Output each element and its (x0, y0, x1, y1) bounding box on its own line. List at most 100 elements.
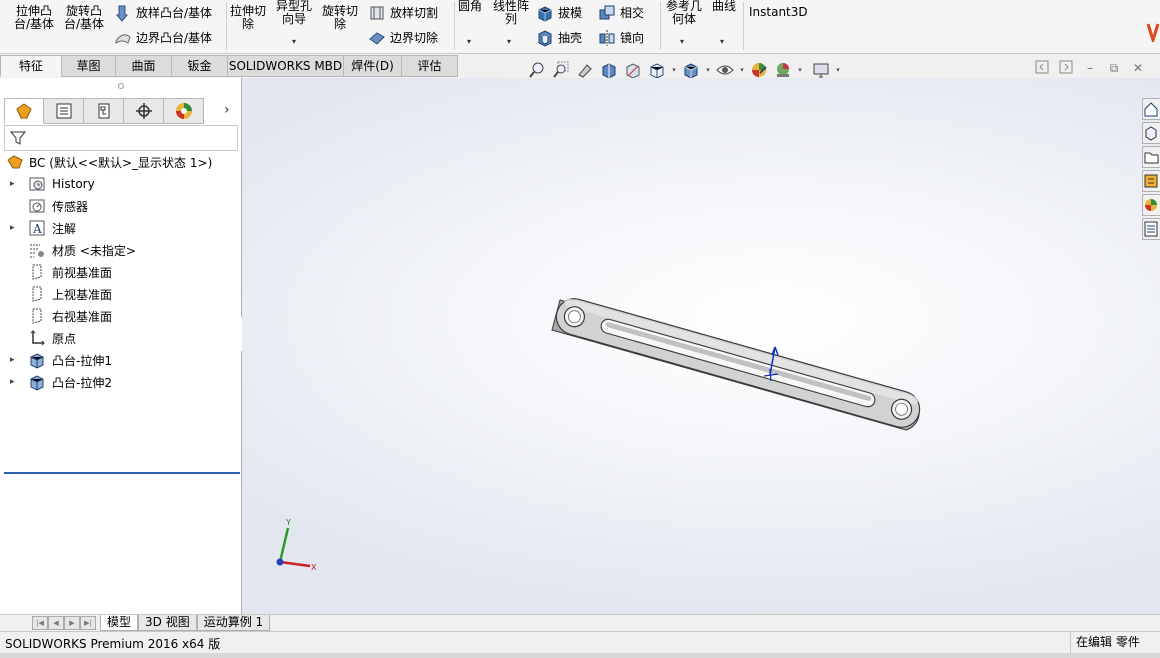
configurationmanager-tab[interactable] (84, 98, 124, 124)
last-tab-arrow[interactable]: ▶| (80, 616, 96, 630)
curves-label: 曲线 (712, 0, 737, 13)
part-model-canvas: Y X (276, 294, 924, 572)
tree-item-label: 凸台-拉伸1 (52, 353, 112, 368)
tab-features[interactable]: 特征 (0, 55, 62, 77)
reference-geometry-dropdown[interactable]: ▾ (680, 37, 684, 46)
boundary-cut-button[interactable]: 边界切除 (368, 28, 438, 48)
close-button[interactable]: ✕ (1130, 60, 1146, 76)
rollback-bar[interactable] (4, 472, 240, 474)
tab-surfaces[interactable]: 曲面 (116, 55, 172, 77)
feature-filter[interactable] (4, 125, 238, 151)
tab-sketch[interactable]: 草图 (62, 55, 116, 77)
tab-model[interactable]: 模型 (100, 615, 139, 631)
loft-cut-button[interactable]: 放样切割 (368, 3, 438, 23)
taskpane-view-palette-tab[interactable] (1142, 170, 1160, 192)
expand-arrow[interactable]: ▸ (10, 355, 20, 365)
tile-right-button[interactable] (1058, 60, 1074, 76)
taskpane-file-explorer-tab[interactable] (1142, 146, 1160, 168)
dynamic-annotation-icon (626, 63, 640, 79)
tree-item-boss-extrude-1[interactable]: ▸ 凸台-拉伸1 (0, 349, 241, 371)
display-style-dropdown[interactable]: ▾ (704, 66, 712, 74)
tree-item-history[interactable]: ▸ History (0, 173, 241, 195)
tab-sheet-metal[interactable]: 钣金 (172, 55, 228, 77)
tile-left-button[interactable] (1034, 60, 1050, 76)
shell-button[interactable]: 抽壳 (536, 28, 582, 48)
manager-tabs-more-button[interactable]: › (224, 102, 230, 118)
view-settings-dropdown[interactable]: ▾ (834, 66, 842, 74)
taskpane-solidworks-resources-tab[interactable] (1142, 98, 1160, 120)
view-orientation-icon (650, 63, 664, 79)
apply-scene-dropdown[interactable]: ▾ (796, 66, 804, 74)
graphics-area[interactable]: Y X (242, 78, 1160, 614)
featuremanager-tab[interactable] (4, 98, 44, 124)
zoom-to-fit-icon (529, 62, 544, 78)
tab-scroll-arrows: |◀ ◀ ▶ ▶| (32, 616, 96, 630)
hide-show-dropdown[interactable]: ▾ (738, 66, 746, 74)
zoom-to-area-icon (553, 61, 569, 78)
linear-pattern-button[interactable]: 线性阵 列 (493, 0, 529, 26)
boundary-boss-button[interactable]: 边界凸台/基体 (114, 28, 212, 48)
tree-item-material[interactable]: 材质 <未指定> (0, 239, 241, 261)
tab-3d-views[interactable]: 3D 视图 (138, 615, 197, 631)
view-orientation-dropdown[interactable]: ▾ (670, 66, 678, 74)
linear-pattern-dropdown[interactable]: ▾ (507, 37, 511, 46)
hole-wizard-dropdown[interactable]: ▾ (292, 37, 296, 46)
revolve-boss-button[interactable]: 旋转凸 台/基体 (64, 5, 104, 31)
propertymanager-tab[interactable] (44, 98, 84, 124)
expand-arrow[interactable]: ▸ (10, 377, 20, 387)
taskpane-custom-properties-tab[interactable] (1142, 218, 1160, 240)
revolve-cut-button[interactable]: 旋转切 除 (322, 5, 358, 31)
plane-icon (28, 307, 46, 325)
tab-evaluate[interactable]: 评估 (402, 55, 458, 77)
instant3d-button[interactable]: Instant3D (749, 6, 808, 19)
displaymanager-icon (175, 103, 192, 119)
taskpane-appearances-tab[interactable] (1142, 194, 1160, 216)
tree-item-top-plane[interactable]: 上视基准面 (0, 283, 241, 305)
tree-item-front-plane[interactable]: 前视基准面 (0, 261, 241, 283)
reference-geometry-button[interactable]: 参考几 何体 (666, 0, 702, 26)
hole-wizard-button[interactable]: 异型孔 向导 (276, 0, 312, 26)
restore-button[interactable]: ⧉ (1106, 60, 1122, 76)
intersect-button[interactable]: 相交 (598, 3, 644, 23)
tree-item-right-plane[interactable]: 右视基准面 (0, 305, 241, 327)
section-view-icon (602, 63, 616, 79)
fillet-dropdown[interactable]: ▾ (467, 37, 471, 46)
first-tab-arrow[interactable]: |◀ (32, 616, 48, 630)
mirror-button[interactable]: 镜向 (598, 28, 644, 48)
draft-button[interactable]: 拔模 (536, 3, 582, 23)
tree-item-origin[interactable]: 原点 (0, 327, 241, 349)
panel-grip[interactable] (118, 83, 124, 89)
tree-item-boss-extrude-2[interactable]: ▸ 凸台-拉伸2 (0, 371, 241, 393)
intersect-icon (599, 5, 615, 20)
tree-root-part[interactable]: BC (默认<<默认>_显示状态 1>) (0, 151, 241, 173)
eye-icon (716, 65, 734, 75)
next-tab-arrow[interactable]: ▶ (64, 616, 80, 630)
tab-solidworks-mbd[interactable]: SOLIDWORKS MBD (228, 55, 344, 77)
tree-item-sensors[interactable]: 传感器 (0, 195, 241, 217)
swept-boss-icon (115, 5, 129, 22)
draft-label: 拔模 (558, 5, 583, 20)
manager-tabs (4, 98, 204, 124)
displaymanager-tab[interactable] (164, 98, 204, 124)
tab-weldments[interactable]: 焊件(D) (344, 55, 402, 77)
curves-button[interactable]: 曲线 (712, 0, 736, 13)
link-bar-part[interactable] (551, 294, 924, 431)
minimize-button[interactable]: – (1082, 60, 1098, 76)
taskpane-design-library-tab[interactable] (1142, 122, 1160, 144)
tab-motion-study-1[interactable]: 运动算例 1 (196, 615, 271, 631)
fillet-button[interactable]: 圆角 (458, 0, 482, 13)
loft-cut-label: 放样切割 (390, 5, 439, 20)
extrude-boss-button[interactable]: 拉伸凸 台/基体 (14, 5, 54, 31)
extrude-feature-icon (28, 351, 46, 369)
status-bar: SOLIDWORKS Premium 2016 x64 版 在编辑 零件 (0, 631, 1160, 653)
dimxpertmanager-tab[interactable] (124, 98, 164, 124)
prev-tab-arrow[interactable]: ◀ (48, 616, 64, 630)
curves-dropdown[interactable]: ▾ (720, 37, 724, 46)
extrude-cut-button[interactable]: 拉伸切 除 (230, 5, 266, 31)
tree-item-annotations[interactable]: ▸ A 注解 (0, 217, 241, 239)
expand-arrow[interactable]: ▸ (10, 223, 20, 233)
swept-boss-button[interactable]: 放样凸台/基体 (114, 3, 212, 23)
boundary-cut-label: 边界切除 (390, 30, 439, 45)
shell-icon (538, 30, 552, 47)
expand-arrow[interactable]: ▸ (10, 179, 20, 189)
